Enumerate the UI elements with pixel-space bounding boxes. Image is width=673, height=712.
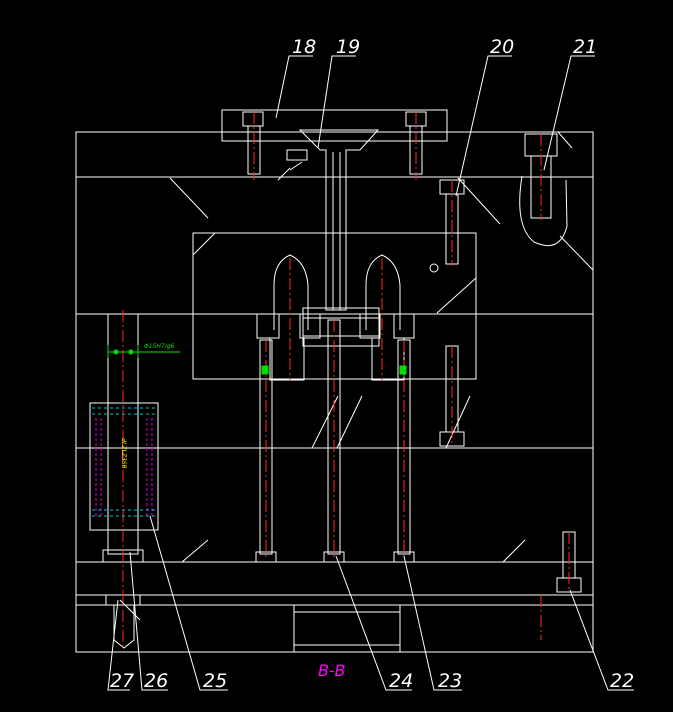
dimension-text: Φ15H7/g6 xyxy=(144,343,175,350)
callout-25: 25 xyxy=(203,670,227,692)
callout-22: 22 xyxy=(610,670,634,692)
callout-24: 24 xyxy=(389,670,413,692)
vertical-note: ԀLZLZ3SR xyxy=(120,438,127,469)
callout-27: 27 xyxy=(110,670,134,692)
callout-23: 23 xyxy=(438,670,462,692)
callout-18: 18 xyxy=(292,36,316,58)
callout-26: 26 xyxy=(144,670,168,692)
callout-21: 21 xyxy=(573,36,597,58)
callout-20: 20 xyxy=(490,36,514,58)
callout-19: 19 xyxy=(336,36,360,58)
mold-section-drawing: Φ15H7/g6 ԀLZLZ3SR 18 19 20 21 22 23 24 2… xyxy=(0,0,673,712)
section-label: B-B xyxy=(318,661,345,680)
